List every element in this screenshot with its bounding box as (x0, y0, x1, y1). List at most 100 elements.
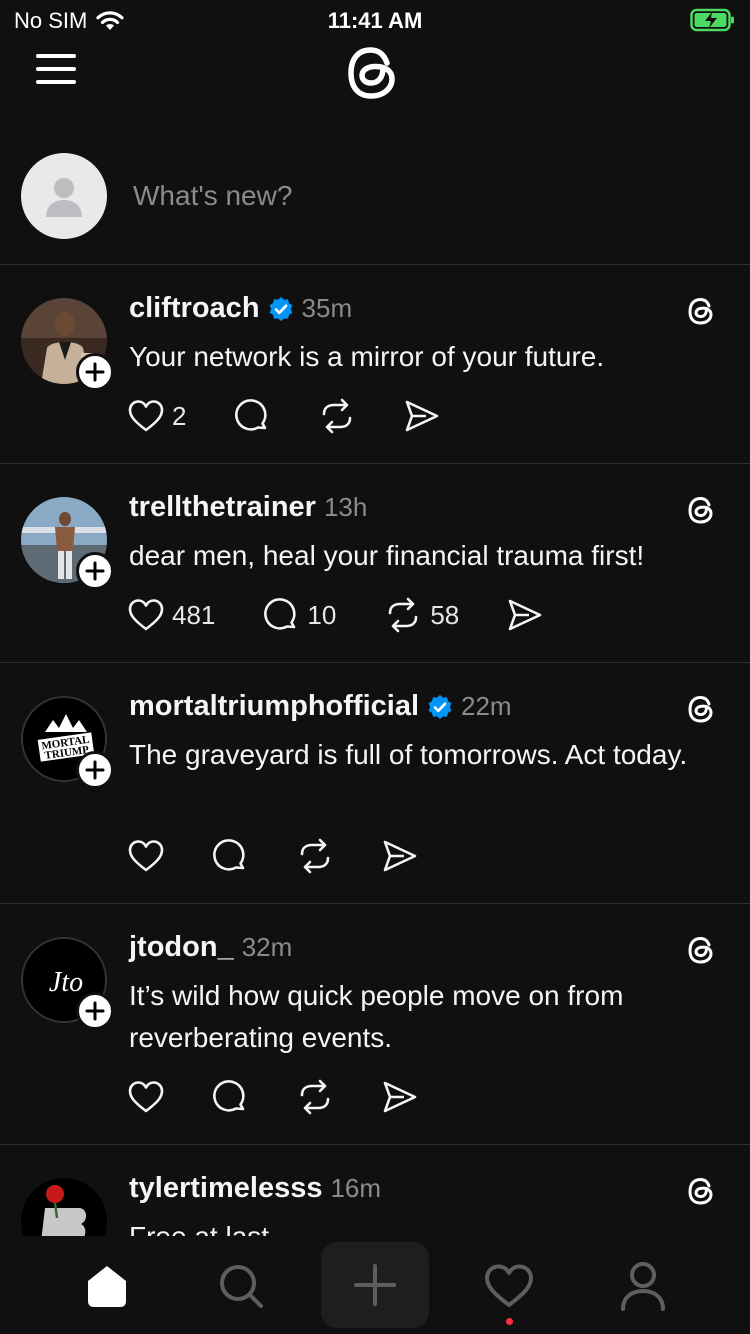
repost-button[interactable] (296, 1079, 334, 1115)
post-timestamp: 35m (301, 293, 353, 323)
threads-mark-icon[interactable] (685, 493, 719, 527)
tab-home[interactable] (79, 1258, 135, 1314)
share-button[interactable] (382, 1080, 418, 1114)
tab-activity[interactable] (481, 1258, 537, 1314)
like-button[interactable] (128, 839, 164, 873)
heart-icon (128, 840, 164, 872)
post-timestamp: 13h (323, 492, 368, 522)
app-header (0, 38, 750, 110)
reply-button[interactable] (212, 1079, 248, 1115)
heart-icon (128, 599, 164, 631)
post-timestamp: 16m (330, 1173, 382, 1203)
follow-button[interactable] (76, 552, 114, 590)
follow-button[interactable] (76, 992, 114, 1030)
reply-button[interactable] (234, 398, 270, 434)
post-header: tylertimelesss 16m (129, 1172, 381, 1205)
plus-icon (85, 561, 105, 581)
new-post-composer[interactable]: What's new? (0, 150, 750, 264)
repost-button[interactable] (296, 838, 334, 874)
follow-button[interactable] (76, 353, 114, 391)
threads-mark-icon[interactable] (685, 1174, 719, 1208)
share-button[interactable] (404, 399, 440, 433)
post-text: The graveyard is full of tomorrows. Act … (129, 739, 688, 770)
status-bar: No SIM 11:41 AM (0, 0, 750, 40)
post[interactable]: tylertimelesss 16m Free at last (0, 1144, 750, 1236)
plus-icon (85, 362, 105, 382)
repost-button[interactable]: 58 (384, 597, 459, 633)
post-text: dear men, heal your financial trauma fir… (129, 540, 645, 571)
post-avatar[interactable] (21, 1178, 107, 1236)
send-icon (406, 400, 439, 432)
heart-icon (128, 400, 164, 432)
post-username[interactable]: jtodon_ (129, 931, 234, 964)
post-actions (128, 838, 466, 874)
post-username[interactable]: cliftroach (129, 292, 260, 325)
like-button[interactable]: 2 (128, 399, 186, 433)
share-button[interactable] (382, 839, 418, 873)
heart-icon (128, 1081, 164, 1113)
post-text: Your network is a mirror of your future. (129, 341, 605, 372)
user-avatar[interactable] (21, 153, 107, 239)
plus-icon (354, 1264, 396, 1306)
heart-icon (485, 1264, 533, 1307)
plus-icon (85, 1001, 105, 1021)
default-avatar-icon (46, 178, 82, 217)
menu-icon[interactable] (36, 54, 76, 84)
repost-count: 58 (430, 599, 460, 630)
post-header: trellthetrainer 13h (129, 491, 367, 524)
threads-mark-icon[interactable] (685, 933, 719, 967)
share-button[interactable] (507, 598, 543, 632)
post[interactable]: Jto jtodon_ 32m It’s wild how quick peop… (0, 903, 750, 1144)
reply-icon (213, 1080, 245, 1112)
tab-profile[interactable] (615, 1258, 671, 1314)
follow-button[interactable] (76, 751, 114, 789)
reply-icon (213, 839, 245, 871)
post-actions: 481 10 58 (128, 597, 591, 633)
reply-count: 10 (307, 599, 337, 630)
post-username[interactable]: mortaltriumphofficial (129, 690, 419, 723)
post-timestamp: 22m (461, 691, 512, 721)
post-username[interactable]: tylertimelesss (129, 1172, 322, 1205)
verified-badge-icon (428, 694, 452, 719)
tab-search[interactable] (213, 1258, 269, 1314)
repost-button[interactable] (318, 398, 356, 434)
like-button[interactable] (128, 1080, 164, 1114)
post-actions: 2 (128, 398, 488, 434)
like-button[interactable]: 481 (128, 598, 215, 632)
threads-logo-icon[interactable] (343, 40, 407, 104)
post[interactable]: MORTAL TRIUMP mortaltriumphofficial 22m … (0, 662, 750, 903)
plus-icon (85, 760, 105, 780)
reply-icon (235, 399, 268, 431)
repost-icon (300, 838, 330, 874)
battery-charging-icon (690, 8, 734, 32)
post[interactable]: trellthetrainer 13h dear men, heal your … (0, 463, 750, 662)
post-actions (128, 1079, 466, 1115)
threads-mark-icon[interactable] (685, 692, 719, 726)
reply-icon (264, 598, 297, 630)
post-text: It’s wild how quick people move on from … (129, 980, 624, 1053)
bottom-tab-bar (0, 1236, 750, 1334)
home-icon (88, 1266, 126, 1307)
verified-badge-icon (269, 296, 292, 321)
notification-dot (506, 1318, 513, 1325)
avatar-wordmark: Jto (49, 967, 83, 998)
repost-icon (389, 597, 418, 633)
tab-create[interactable] (321, 1242, 429, 1328)
post-header: jtodon_ 32m (129, 931, 292, 964)
post-timestamp: 32m (241, 932, 293, 962)
like-count: 481 (172, 599, 216, 630)
send-icon (383, 1081, 417, 1113)
status-time: 11:41 AM (327, 8, 423, 33)
post-header: mortaltriumphofficial 22m (129, 690, 512, 723)
profile-icon (621, 1262, 665, 1311)
post[interactable]: cliftroach 35m Your network is a mirror … (0, 264, 750, 463)
reply-button[interactable] (212, 838, 248, 874)
reply-button[interactable]: 10 (263, 597, 336, 633)
composer-placeholder[interactable]: What's new? (133, 180, 292, 212)
post-header: cliftroach 35m (129, 292, 352, 325)
threads-mark-icon[interactable] (685, 294, 719, 328)
post-text: Free at last (129, 1216, 709, 1236)
post-username[interactable]: trellthetrainer (129, 491, 316, 524)
repost-icon (300, 1079, 330, 1115)
send-icon (508, 599, 542, 631)
